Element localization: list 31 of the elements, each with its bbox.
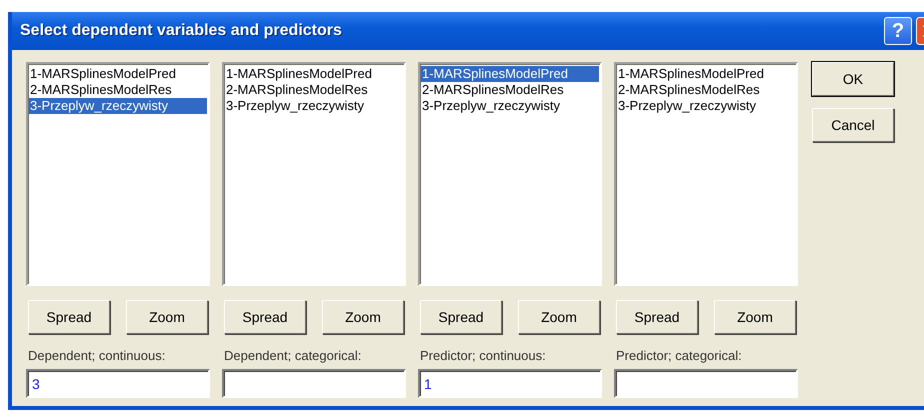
field-label: Dependent; categorical: [224,348,362,363]
input-field[interactable] [222,369,406,398]
field-label: Predictor; continuous: [420,348,547,363]
list-item[interactable]: 2-MARSplinesModelRes [29,82,207,98]
zoom-button[interactable]: Zoom [322,300,404,334]
list-item[interactable]: 3-Przeplyw_rzeczywisty [421,98,599,114]
zoom-button[interactable]: Zoom [714,300,796,334]
spread-button[interactable]: Spread [28,300,110,334]
input-field[interactable]: 1 [418,369,602,398]
cancel-button[interactable]: Cancel [812,108,894,142]
list-item[interactable]: 1-MARSplinesModelPred [617,66,795,82]
spread-button[interactable]: Spread [616,300,698,334]
list-item[interactable]: 1-MARSplinesModelPred [421,66,599,82]
zoom-button[interactable]: Zoom [518,300,600,334]
field-label: Predictor; categorical: [616,348,743,363]
list-item[interactable]: 3-Przeplyw_rzeczywisty [225,98,403,114]
window-title: Select dependent variables and predictors [20,22,343,40]
list-item[interactable]: 1-MARSplinesModelPred [225,66,403,82]
spread-button[interactable]: Spread [420,300,502,334]
list-item[interactable]: 3-Przeplyw_rzeczywisty [29,98,207,114]
input-field[interactable] [614,369,798,398]
list-item[interactable]: 3-Przeplyw_rzeczywisty [617,98,795,114]
list-item[interactable]: 2-MARSplinesModelRes [225,82,403,98]
ok-button[interactable]: OK [812,62,894,96]
zoom-button[interactable]: Zoom [126,300,208,334]
field-label: Dependent; continuous: [28,348,166,363]
input-field[interactable]: 3 [26,369,210,398]
list-item[interactable]: 1-MARSplinesModelPred [29,66,207,82]
spread-button[interactable]: Spread [224,300,306,334]
list-item[interactable]: 2-MARSplinesModelRes [617,82,795,98]
list-item[interactable]: 2-MARSplinesModelRes [421,82,599,98]
